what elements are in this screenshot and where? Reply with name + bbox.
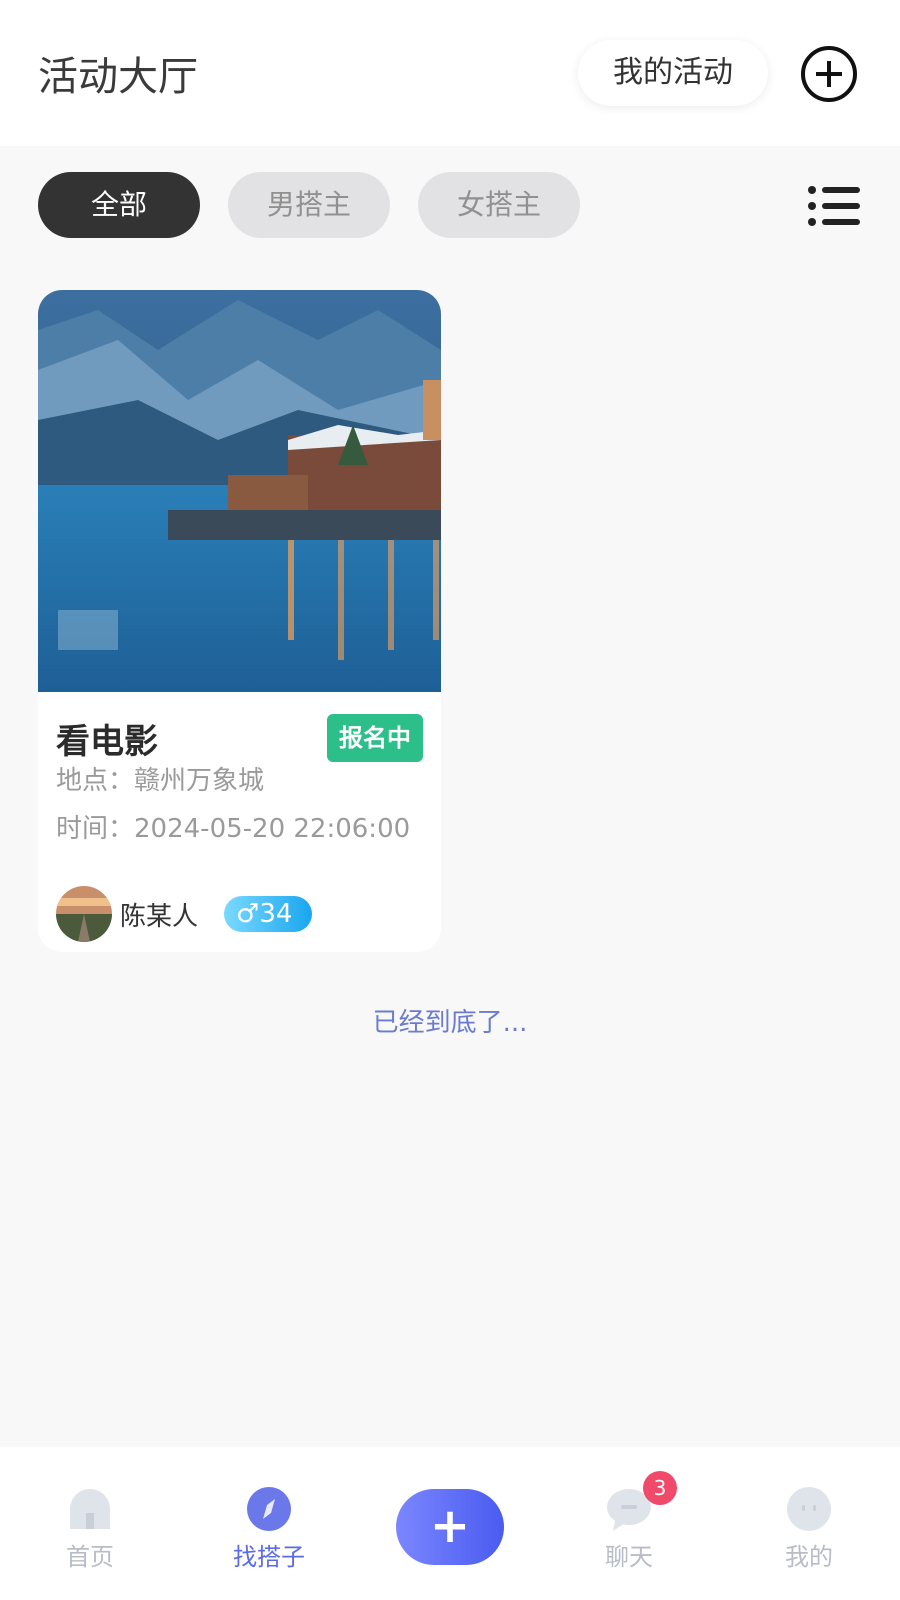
tab-profile-label: 我的 (785, 1543, 833, 1571)
tab-chat[interactable]: 3 聊天 (569, 1447, 689, 1600)
avatar[interactable] (56, 886, 112, 942)
status-badge: 报名中 (327, 714, 423, 762)
tab-home[interactable]: 首页 (30, 1447, 150, 1600)
avatar-image (56, 886, 112, 942)
page-title: 活动大厅 (38, 54, 198, 100)
bottom-tab-bar: 首页 找搭子 + 3 聊天 我的 (0, 1447, 900, 1600)
activity-card[interactable]: 看电影 报名中 地点：赣州万象城 时间：2024-05-20 22:06:00 … (38, 290, 441, 952)
owner-name: 陈某人 (120, 902, 199, 932)
chat-unread-badge: 3 (643, 1471, 677, 1505)
home-icon (70, 1489, 110, 1529)
create-activity-button[interactable]: + (396, 1489, 504, 1565)
profile-icon (787, 1487, 831, 1531)
tab-find-partner-label: 找搭子 (233, 1543, 305, 1571)
tab-find-partner[interactable]: 找搭子 (209, 1447, 329, 1600)
activity-title: 看电影 (56, 722, 158, 762)
header: 活动大厅 我的活动 (0, 0, 900, 146)
my-activity-button[interactable]: 我的活动 (578, 40, 768, 106)
filter-bar: 全部 男搭主 女搭主 (0, 146, 900, 256)
time-value: 2024-05-20 22:06:00 (134, 814, 411, 844)
gender-age-badge: ♂34 (224, 896, 312, 932)
location-value: 赣州万象城 (134, 766, 265, 796)
male-icon: ♂ (236, 899, 260, 929)
list-view-icon[interactable] (806, 182, 862, 230)
end-of-list-text: 已经到底了... (372, 1008, 528, 1038)
tab-profile[interactable]: 我的 (749, 1447, 869, 1600)
filter-chip-male-host[interactable]: 男搭主 (228, 172, 390, 238)
plus-icon: + (429, 1498, 471, 1554)
location-label: 地点： (56, 766, 135, 796)
compass-icon (247, 1487, 291, 1531)
location-line: 地点：赣州万象城 (56, 760, 264, 797)
tab-chat-label: 聊天 (605, 1543, 653, 1571)
age-value: 34 (259, 899, 293, 929)
tab-home-label: 首页 (66, 1543, 114, 1571)
filter-chip-all[interactable]: 全部 (38, 172, 200, 238)
filter-chip-female-host[interactable]: 女搭主 (418, 172, 580, 238)
time-line: 时间：2024-05-20 22:06:00 (56, 808, 410, 845)
add-circle-icon[interactable] (800, 45, 858, 103)
time-label: 时间： (56, 814, 135, 844)
activity-cover-image (38, 290, 441, 692)
